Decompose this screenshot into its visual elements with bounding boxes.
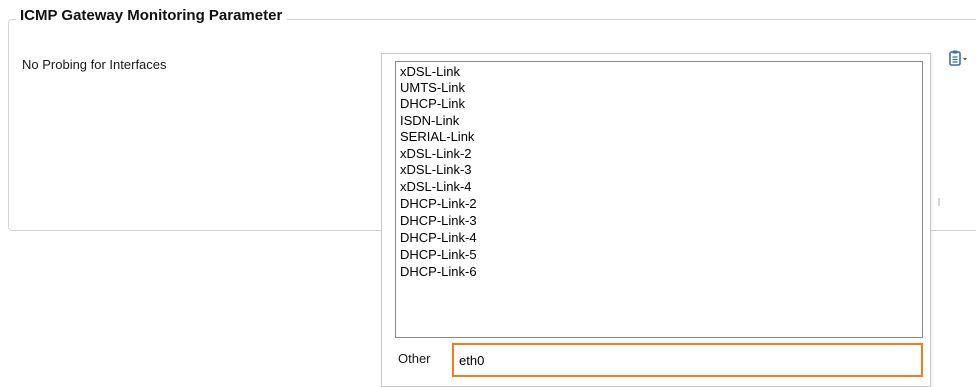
interfaces-listbox[interactable]: xDSL-Link UMTS-Link DHCP-Link ISDN-Link …	[395, 61, 923, 338]
list-item[interactable]: xDSL-Link-2	[400, 146, 472, 162]
page: ICMP Gateway Monitoring Parameter No Pro…	[0, 0, 976, 387]
groupbox-title: ICMP Gateway Monitoring Parameter	[16, 6, 288, 26]
list-item[interactable]: xDSL-Link	[400, 64, 460, 80]
other-interface-input[interactable]	[452, 343, 923, 377]
list-item[interactable]: SERIAL-Link	[400, 129, 474, 145]
interfaces-dropdown-popup: xDSL-Link UMTS-Link DHCP-Link ISDN-Link …	[381, 53, 931, 387]
list-item[interactable]: DHCP-Link-4	[400, 230, 477, 246]
list-item[interactable]: ISDN-Link	[400, 113, 459, 129]
resize-grip	[938, 198, 940, 206]
other-label: Other	[398, 351, 431, 366]
no-probing-label: No Probing for Interfaces	[22, 57, 167, 72]
clipboard-icon	[949, 50, 967, 66]
list-item[interactable]: DHCP-Link-2	[400, 196, 477, 212]
list-item[interactable]: xDSL-Link-3	[400, 162, 472, 178]
list-item[interactable]: DHCP-Link	[400, 96, 465, 112]
list-item[interactable]: xDSL-Link-4	[400, 179, 472, 195]
list-item[interactable]: DHCP-Link-5	[400, 247, 477, 263]
list-item[interactable]: UMTS-Link	[400, 80, 465, 96]
clipboard-menu-icon[interactable]	[947, 48, 969, 70]
list-item[interactable]: DHCP-Link-6	[400, 264, 477, 280]
list-item[interactable]: DHCP-Link-3	[400, 213, 477, 229]
